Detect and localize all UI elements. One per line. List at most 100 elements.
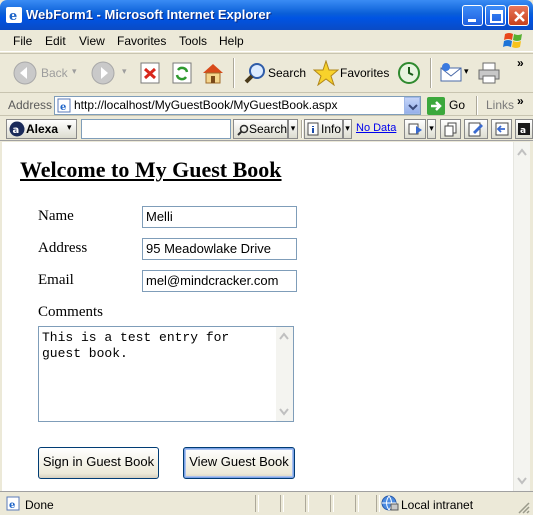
scroll-up-icon[interactable] (276, 328, 292, 344)
status-divider (305, 495, 309, 512)
home-icon[interactable] (201, 61, 225, 85)
name-input[interactable]: Melli (142, 206, 297, 228)
page-title: Welcome to My Guest Book (20, 157, 282, 182)
svg-text:a: a (520, 126, 526, 136)
alexa-small-icon: a (518, 123, 530, 136)
refresh-icon[interactable] (172, 62, 192, 84)
comments-text: This is a test entry for guest book. (42, 330, 230, 361)
address-url[interactable]: http://localhost/MyGuestBook/MyGuestBook… (74, 98, 337, 112)
info-icon (307, 122, 319, 136)
svg-text:e: e (60, 102, 66, 113)
menu-tools[interactable]: Tools (179, 34, 207, 48)
address-label: Address (8, 98, 53, 112)
alexa-logo-icon: a (9, 121, 25, 137)
alexa-related-button[interactable] (404, 119, 426, 139)
sign-guest-book-button[interactable]: Sign in Guest Book (38, 447, 159, 479)
back-button-label[interactable]: Back (41, 66, 68, 80)
back-icon[interactable] (13, 61, 37, 85)
windows-logo-icon (503, 33, 522, 48)
menu-edit[interactable]: Edit (45, 34, 66, 48)
scroll-up-icon[interactable] (514, 144, 530, 160)
status-divider (280, 495, 284, 512)
alexa-info-dropdown-icon[interactable]: ▾ (343, 119, 352, 139)
links-chevron-icon[interactable]: » (517, 94, 524, 108)
menu-bar: File Edit View Favorites Tools Help (0, 30, 533, 52)
alexa-dropdown-icon: ▾ (67, 123, 72, 133)
go-button-label[interactable]: Go (449, 98, 465, 112)
status-divider (330, 495, 334, 512)
forward-dropdown-icon[interactable]: ▾ (122, 66, 127, 77)
email-label: Email (38, 272, 74, 288)
alexa-nodata-link[interactable]: No Data (356, 122, 396, 134)
toolbar-chevron-icon[interactable]: » (517, 56, 524, 70)
search-button-label[interactable]: Search (268, 66, 306, 80)
mail-icon[interactable] (439, 61, 463, 85)
links-label[interactable]: Links (486, 98, 514, 112)
menu-file[interactable]: File (13, 34, 32, 48)
alexa-edit-button[interactable] (464, 119, 488, 139)
alexa-related-dropdown-icon[interactable]: ▾ (427, 119, 436, 139)
resize-grip-icon[interactable] (516, 500, 530, 514)
status-divider (255, 495, 259, 512)
close-icon (514, 11, 525, 22)
toolbar-separator (430, 58, 432, 88)
address-field-input[interactable]: 95 Meadowlake Drive (142, 238, 297, 260)
alexa-overflow-button[interactable]: a (515, 119, 533, 139)
comments-label: Comments (38, 304, 104, 320)
alexa-search-dropdown-icon[interactable]: ▾ (288, 119, 298, 139)
status-text: Done (25, 498, 54, 512)
zone-text: Local intranet (401, 498, 474, 512)
stop-icon[interactable] (140, 62, 160, 84)
scroll-down-icon[interactable] (514, 473, 530, 489)
svg-text:e: e (9, 9, 17, 23)
scroll-down-icon[interactable] (276, 404, 292, 420)
menu-help[interactable]: Help (219, 34, 244, 48)
svg-text:e: e (9, 500, 15, 511)
intranet-icon (381, 495, 399, 511)
alexa-pages-button[interactable] (440, 119, 461, 139)
menu-favorites[interactable]: Favorites (117, 34, 166, 48)
email-input[interactable]: mel@mindcracker.com (142, 270, 297, 292)
maximize-button[interactable] (485, 5, 506, 26)
status-divider (376, 495, 380, 512)
close-button[interactable] (508, 5, 529, 26)
print-icon[interactable] (477, 61, 501, 85)
chevron-down-icon (408, 104, 418, 111)
status-divider (355, 495, 359, 512)
alexa-info-button[interactable]: Info (304, 119, 343, 139)
favorites-icon[interactable] (313, 60, 339, 86)
minimize-icon (468, 19, 476, 22)
alexa-search-label: Search (249, 122, 288, 136)
page-done-icon: e (6, 496, 20, 511)
forward-icon[interactable] (91, 61, 115, 85)
maximize-icon (490, 10, 503, 23)
name-label: Name (38, 208, 74, 224)
magnifier-icon (237, 124, 249, 136)
window-title: WebForm1 - Microsoft Internet Explorer (26, 7, 271, 22)
toolbar-separator (233, 58, 235, 88)
svg-text:a: a (13, 125, 20, 136)
search-icon[interactable] (243, 61, 267, 85)
page-scrollbar[interactable] (513, 142, 530, 491)
comments-scrollbar[interactable] (276, 327, 293, 421)
view-guest-book-button[interactable]: View Guest Book (183, 447, 295, 479)
history-icon[interactable] (397, 61, 421, 85)
favorites-button-label[interactable]: Favorites (340, 66, 389, 80)
menu-view[interactable]: View (79, 34, 105, 48)
alexa-search-input[interactable] (81, 119, 231, 139)
minimize-button[interactable] (462, 5, 483, 26)
page-icon: e (57, 98, 71, 113)
back-dropdown-icon[interactable]: ▾ (72, 66, 77, 77)
mail-dropdown-icon[interactable]: ▾ (464, 66, 469, 77)
address-separator (476, 96, 478, 115)
alexa-menu-button[interactable]: a Alexa ▾ (6, 119, 77, 139)
alexa-info-label: Info (321, 122, 342, 136)
alexa-search-button[interactable]: Search (233, 119, 288, 139)
alexa-separator (301, 120, 303, 138)
alexa-back-button[interactable] (491, 119, 512, 139)
address-dropdown-button[interactable] (404, 97, 420, 114)
return-icon (495, 122, 509, 136)
related-icon (408, 123, 422, 135)
go-arrow-icon[interactable] (427, 97, 445, 115)
ie-icon: e (6, 7, 22, 23)
